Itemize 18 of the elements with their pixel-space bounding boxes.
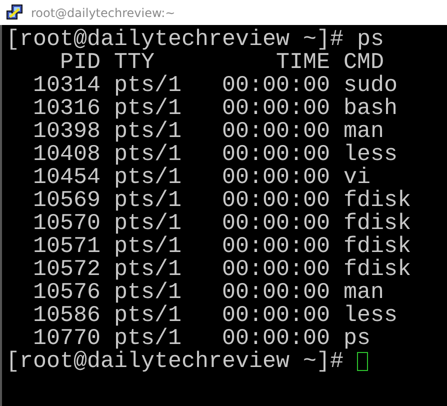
terminal-line: 10576 pts/1 00:00:00 man <box>32 281 384 304</box>
terminal-line: 10454 pts/1 00:00:00 vi <box>32 166 371 189</box>
cursor <box>356 352 368 371</box>
terminal-line: 10571 pts/1 00:00:00 fdisk <box>32 235 412 258</box>
terminal-line: 10770 pts/1 00:00:00 ps <box>33 327 371 350</box>
terminal-line: 10570 pts/1 00:00:00 fdisk <box>32 212 412 235</box>
terminal-line: 10408 pts/1 00:00:00 less <box>32 143 398 166</box>
window-title: root@dailytechreview:~ <box>31 6 176 20</box>
terminal-line: 10316 pts/1 00:00:00 bash <box>32 97 398 120</box>
terminal-line: 10314 pts/1 00:00:00 sudo <box>32 74 398 97</box>
terminal-line: 10569 pts/1 00:00:00 fdisk <box>32 189 412 212</box>
terminal-line: PID TTY TIME CMD <box>60 51 384 74</box>
terminal-line: 10572 pts/1 00:00:00 fdisk <box>32 258 412 281</box>
terminal-line: 10586 pts/1 00:00:00 less <box>32 304 398 327</box>
terminal-line: [root@dailytechreview ~]# ps <box>6 28 384 51</box>
terminal-app-icon <box>6 4 23 21</box>
terminal-line: [root@dailytechreview ~]# <box>6 350 344 373</box>
terminal-line: 10398 pts/1 00:00:00 man <box>32 120 384 143</box>
